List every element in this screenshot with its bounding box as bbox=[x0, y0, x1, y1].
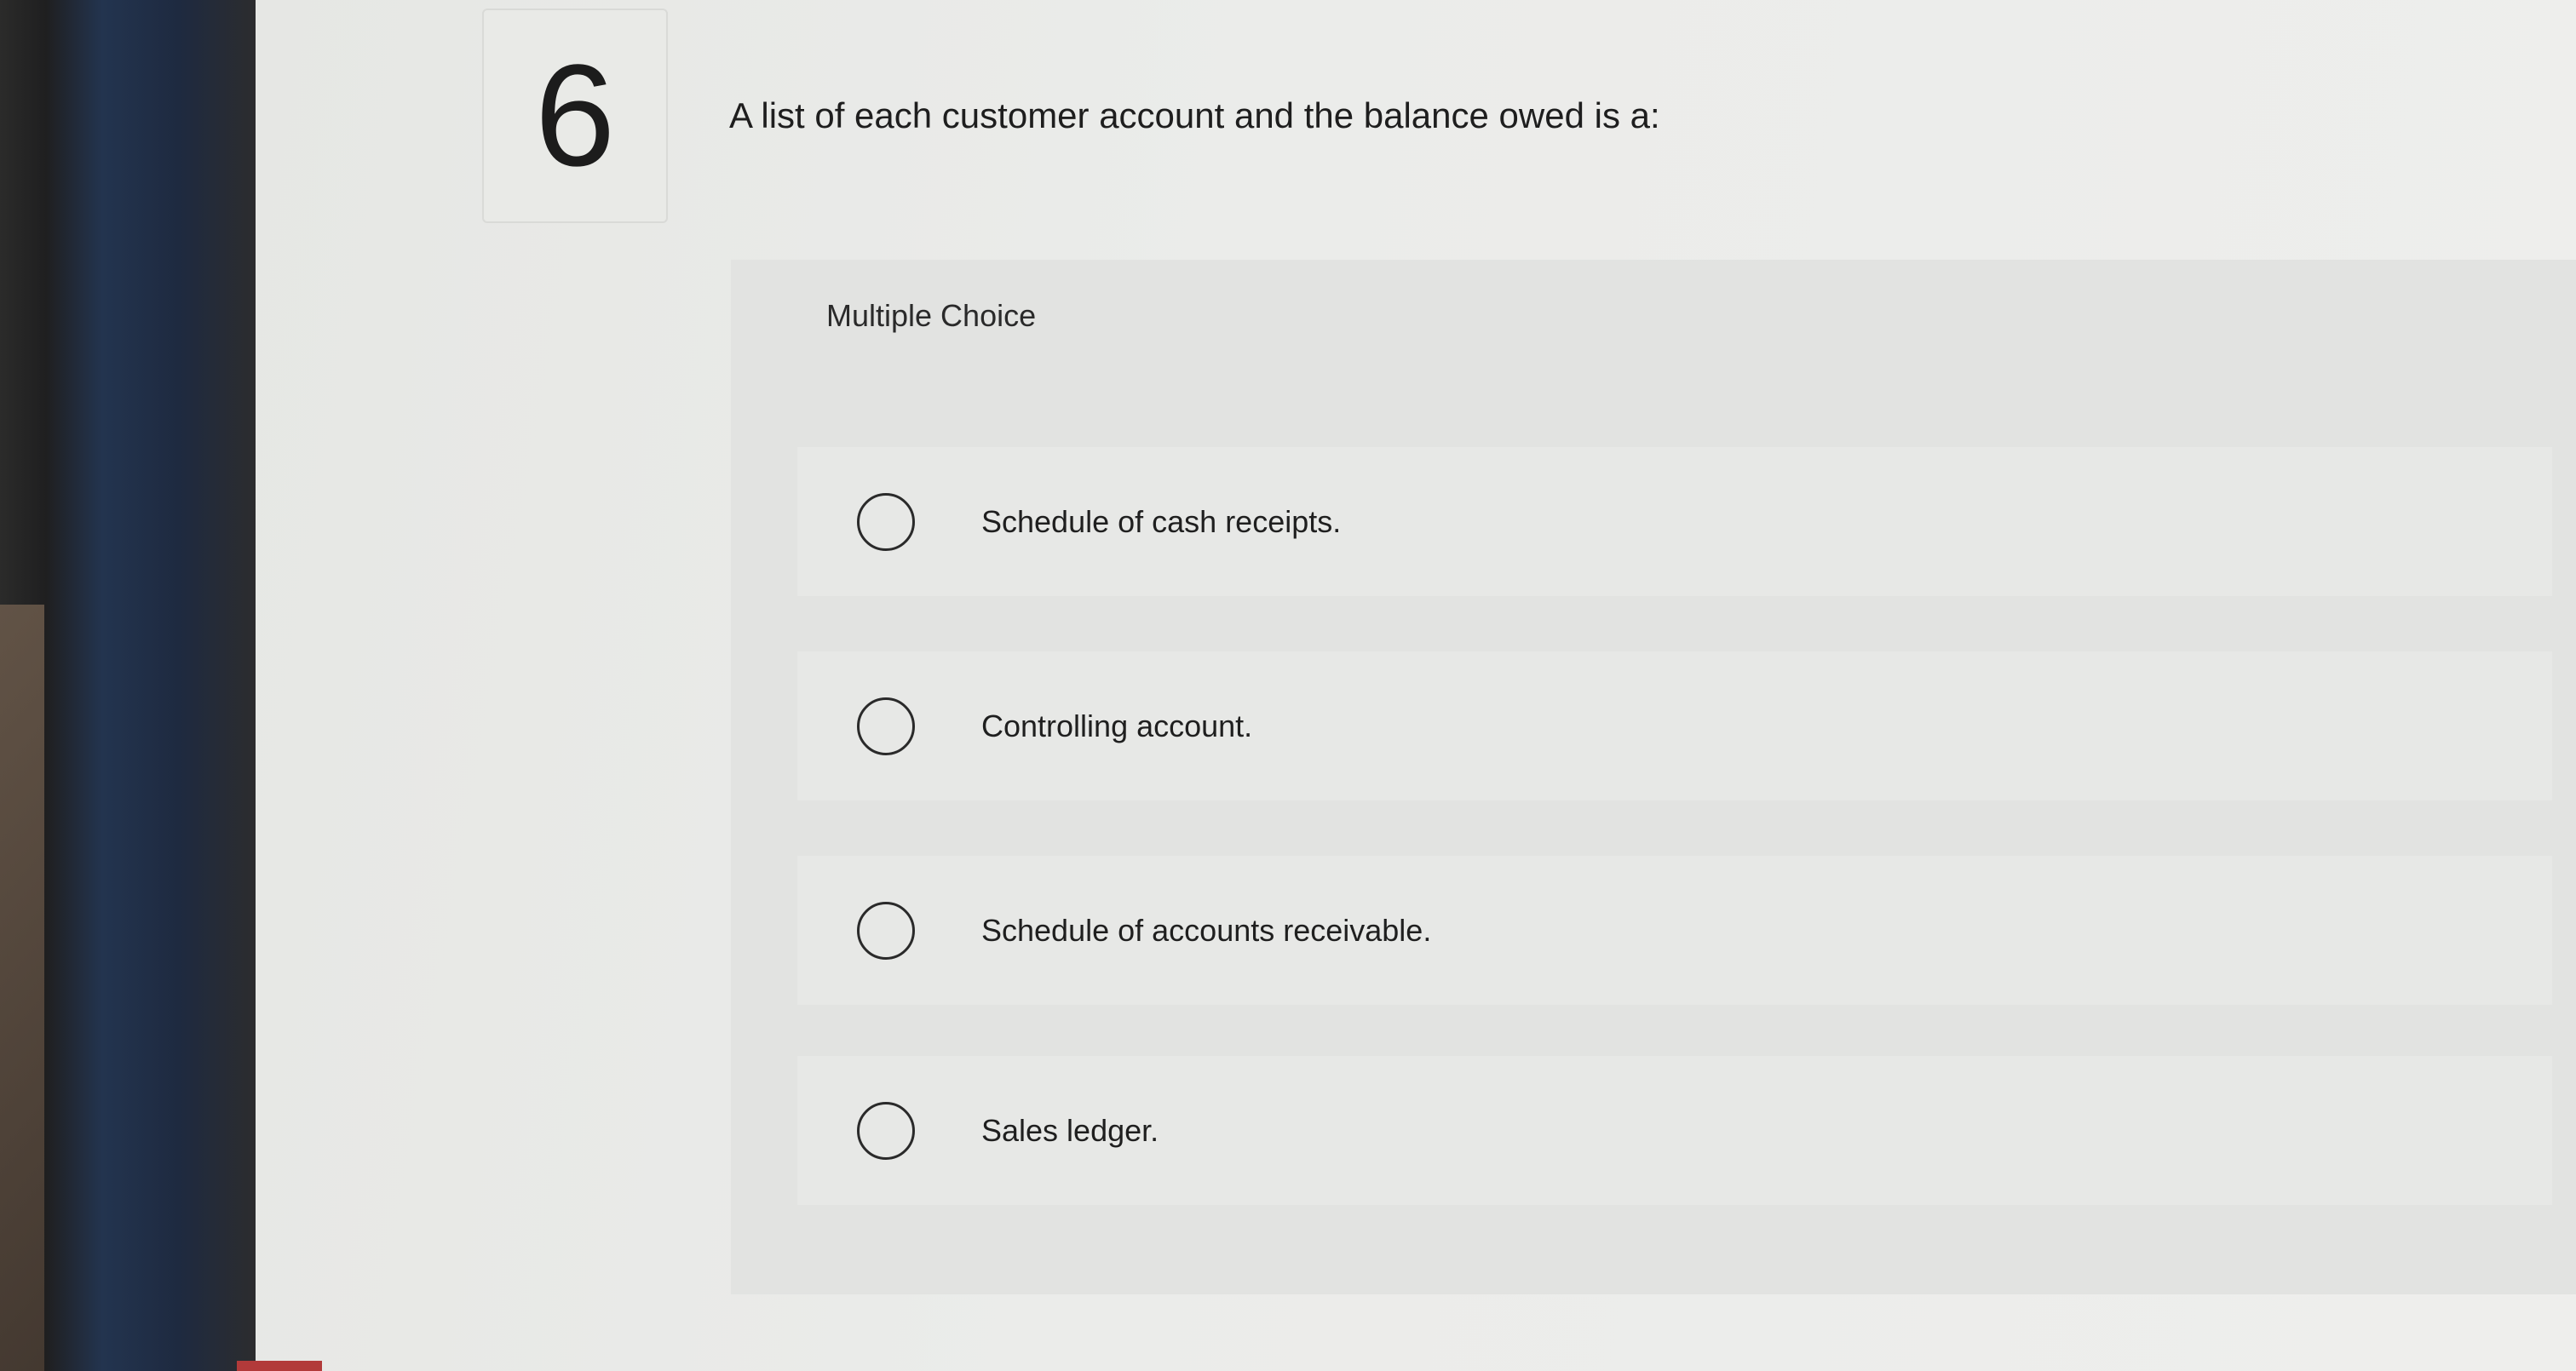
quiz-screen: 6 A list of each customer account and th… bbox=[256, 0, 2576, 1371]
bottom-red-tab bbox=[237, 1361, 322, 1371]
radio-button-icon[interactable] bbox=[857, 492, 915, 551]
answer-option[interactable]: Sales ledger. bbox=[797, 1056, 2552, 1205]
answer-option[interactable]: Schedule of cash receipts. bbox=[797, 447, 2552, 596]
multiple-choice-header: Multiple Choice bbox=[826, 298, 1037, 333]
answer-option-label: Schedule of cash receipts. bbox=[981, 503, 1342, 539]
radio-button-icon[interactable] bbox=[857, 697, 915, 755]
answer-option[interactable]: Controlling account. bbox=[797, 651, 2552, 800]
multiple-choice-panel: Multiple Choice Schedule of cash receipt… bbox=[731, 260, 2576, 1294]
question-number: 6 bbox=[534, 35, 616, 197]
radio-button-icon[interactable] bbox=[857, 1101, 915, 1160]
question-number-box: 6 bbox=[482, 9, 668, 223]
background-desk bbox=[0, 605, 44, 1371]
answer-option-label: Controlling account. bbox=[981, 708, 1253, 743]
answer-option[interactable]: Schedule of accounts receivable. bbox=[797, 856, 2552, 1005]
answer-option-label: Schedule of accounts receivable. bbox=[981, 912, 1432, 948]
answer-option-label: Sales ledger. bbox=[981, 1112, 1159, 1148]
question-text: A list of each customer account and the … bbox=[729, 95, 1660, 135]
radio-button-icon[interactable] bbox=[857, 901, 915, 960]
